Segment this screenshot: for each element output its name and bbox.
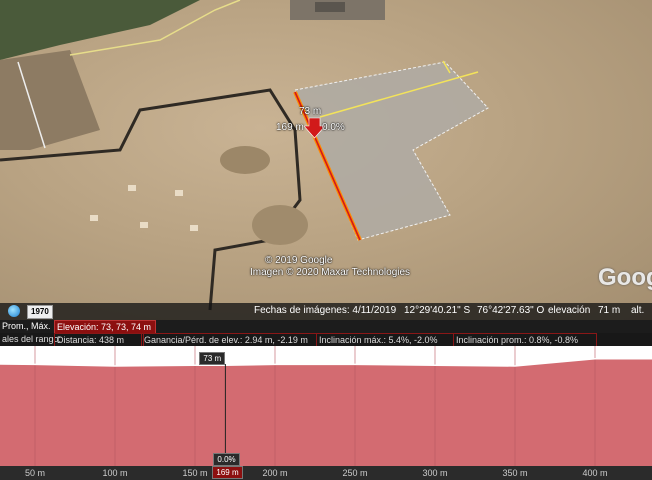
x-tick-label: 100 m (102, 468, 128, 478)
cursor-elevation-label: 73 m (199, 352, 226, 365)
x-tick-label: 200 m (262, 468, 288, 478)
map-copyright: © 2019 Google (265, 255, 333, 266)
structure (128, 185, 136, 191)
field-plot (0, 50, 100, 150)
altitude-label: alt. (631, 305, 645, 316)
structure (90, 215, 98, 221)
globe-icon[interactable] (8, 305, 20, 317)
elevation-label: elevación (548, 305, 591, 316)
google-logo: Goog (598, 264, 652, 291)
distance-stat: Distancia: 438 m (54, 333, 144, 347)
elevation-stat: Elevación: 73, 73, 74 m (54, 320, 156, 334)
profile-area (0, 358, 652, 466)
x-tick-label: 350 m (502, 468, 528, 478)
cursor-distance-label: 169 m (212, 466, 243, 479)
x-tick-label: 50 m (24, 468, 46, 478)
avg-slope-stat: Inclinación prom.: 0.8%, -0.8% (453, 333, 597, 347)
structure (175, 190, 183, 196)
map-imagery-credit: Imagen © 2020 Maxar Technologies (250, 267, 411, 278)
range-stats-row: ales del rango: Distancia: 438 m Gananci… (0, 333, 652, 347)
x-tick-label: 250 m (342, 468, 368, 478)
terrain-mound (252, 205, 308, 245)
longitude-readout: 76°42'27.63" O (477, 305, 545, 316)
imagery-date: Fechas de imágenes: 4/11/2019 (254, 305, 397, 316)
gain-loss-stat: Ganancia/Pérd. de elev.: 2.94 m, -2.19 m (141, 333, 317, 347)
structure (140, 222, 148, 228)
project-area-polygon[interactable] (294, 61, 489, 241)
path-grade-label: 0.0% (322, 122, 345, 133)
satellite-map[interactable]: 73 m 169 m 0.0% © 2019 Google Imagen © 2… (0, 0, 652, 320)
terrain-mound (220, 146, 270, 174)
path-distance-label: 169 m (276, 122, 304, 133)
latitude-readout: 12°29'40.21" S (404, 305, 471, 316)
elevation-profile-chart[interactable]: 50 m 100 m 150 m 200 m 250 m 300 m 350 m 400 m … (0, 346, 652, 480)
building-roof (315, 2, 345, 12)
path-elevation-label: 73 m (299, 106, 322, 117)
avg-max-label: Prom., Máx. (2, 321, 51, 331)
x-tick-label: 150 m (182, 468, 208, 478)
farmland-area (0, 0, 200, 60)
elevation-readout: 71 m (598, 305, 621, 316)
elevation-stats-row: Prom., Máx. Elevación: 73, 73, 74 m (0, 320, 652, 334)
x-axis-bar (0, 466, 652, 480)
historical-imagery-year[interactable]: 1970 (27, 305, 53, 319)
profile-plot[interactable] (0, 346, 652, 480)
max-slope-stat: Inclinación máx.: 5.4%, -2.0% (316, 333, 454, 347)
structure (190, 225, 198, 231)
cursor-grade-label: 0.0% (213, 453, 240, 466)
x-tick-label: 300 m (422, 468, 448, 478)
x-tick-label: 400 m (582, 468, 608, 478)
status-bar: Fechas de imágenes: 4/11/2019 12°29'40.2… (0, 303, 652, 320)
